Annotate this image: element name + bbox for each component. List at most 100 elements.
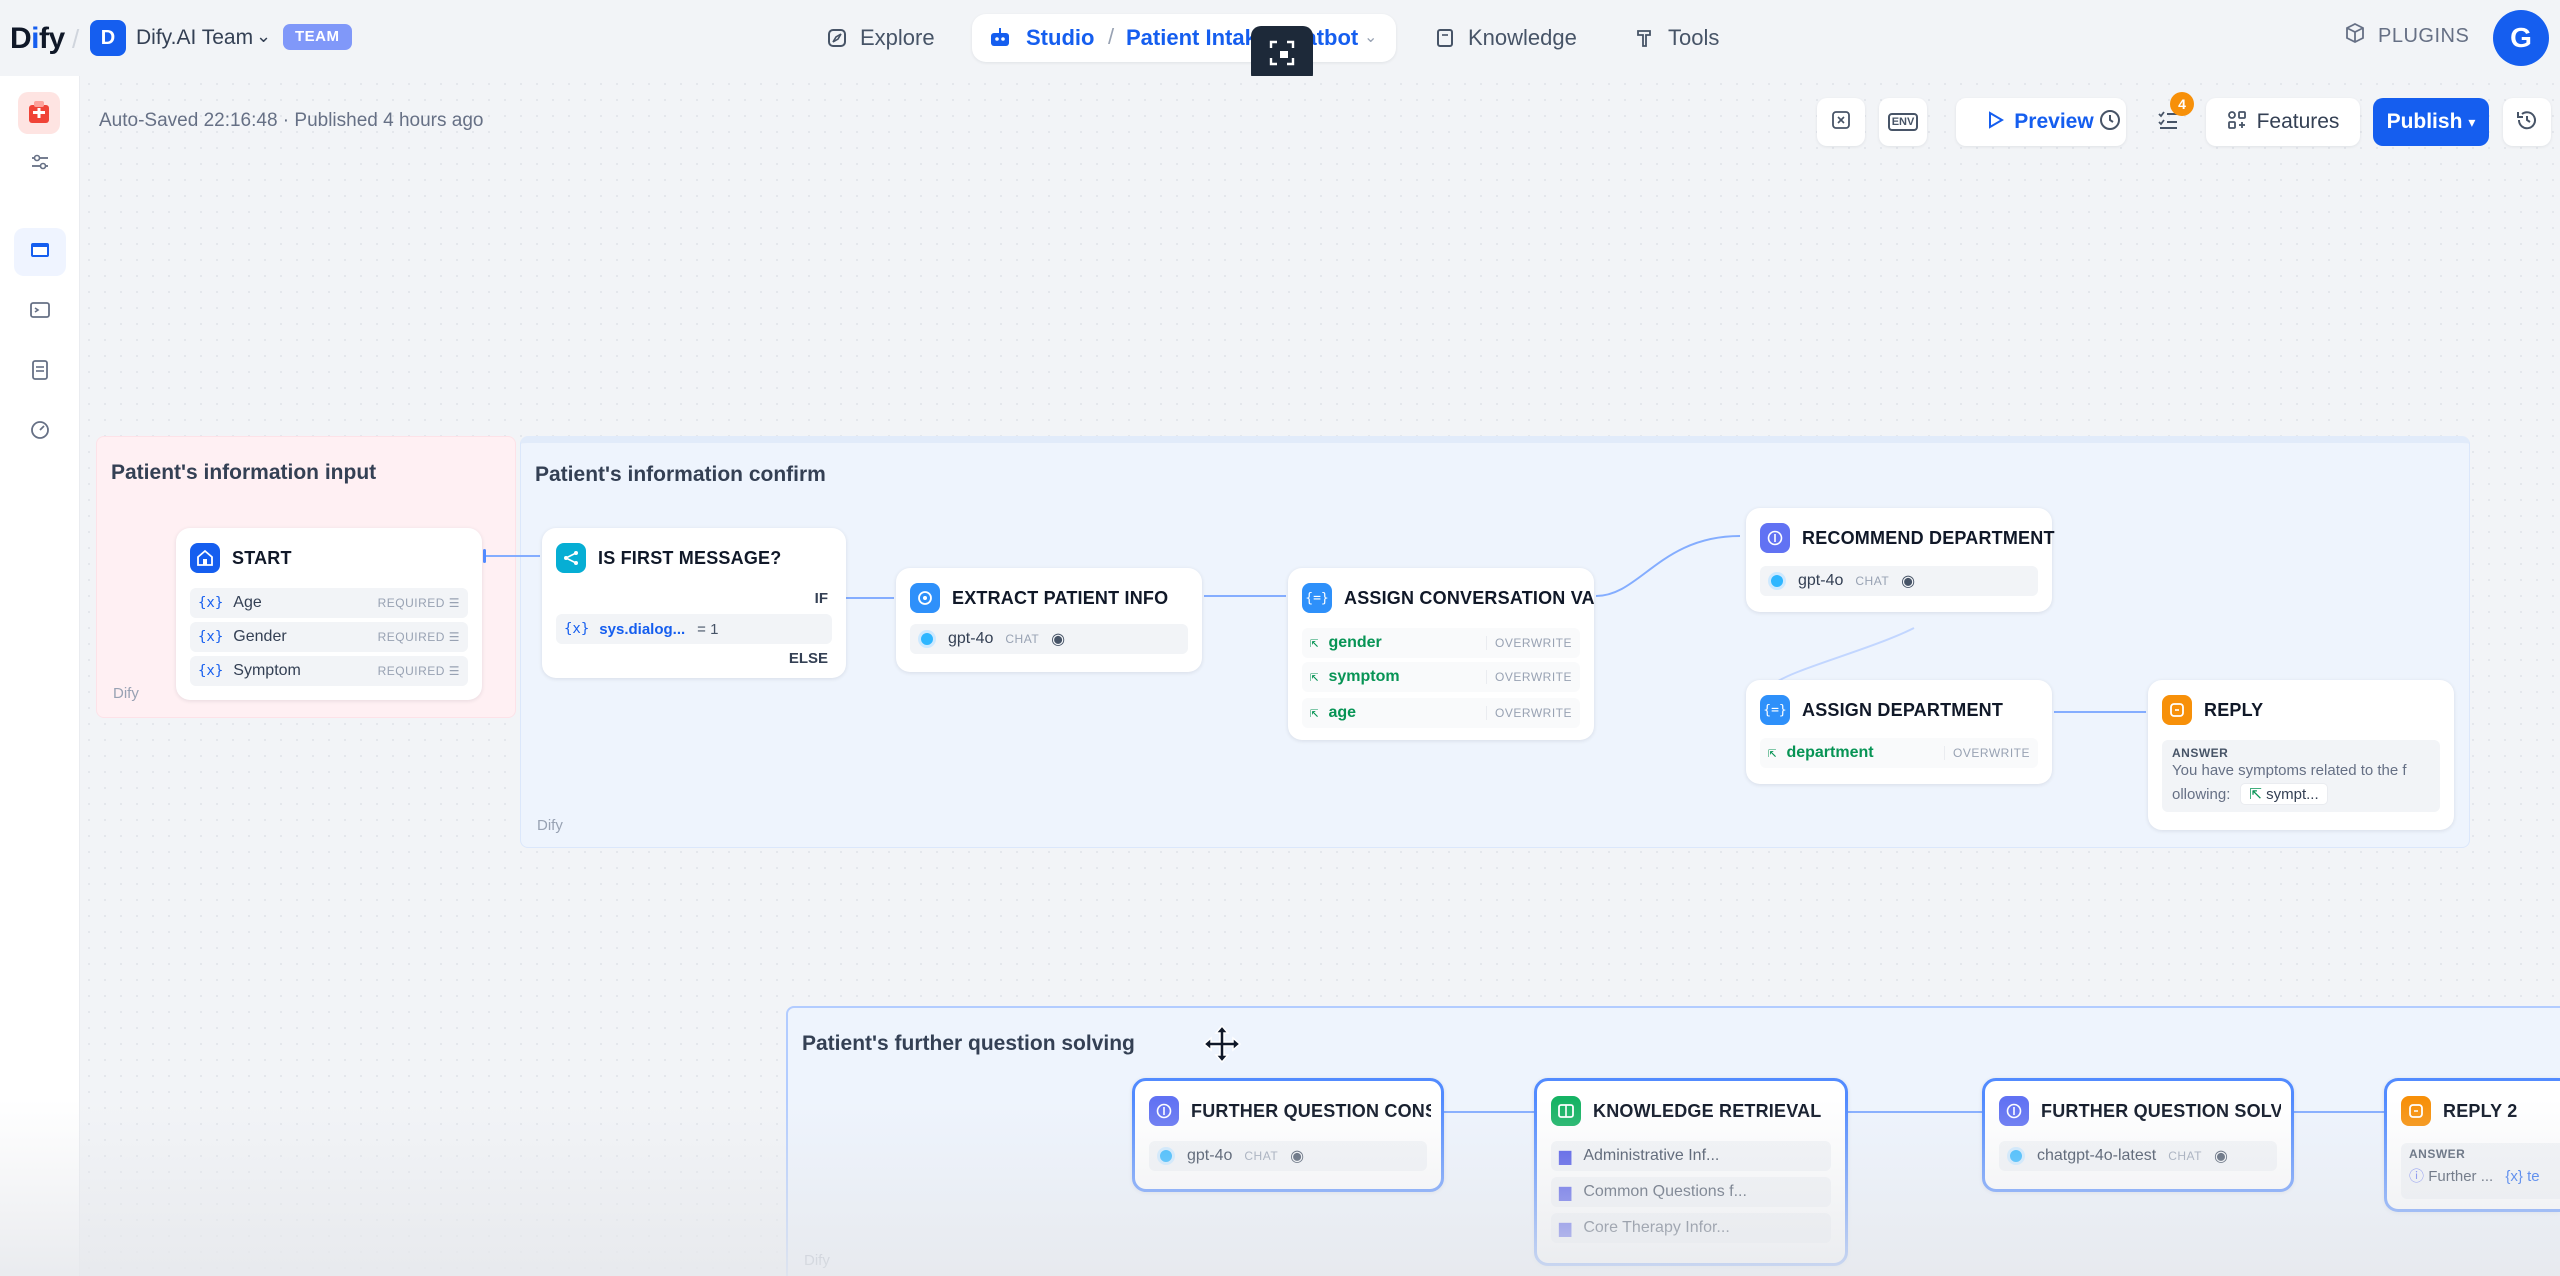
publish-button[interactable]: Publish ▾ [2373, 98, 2489, 146]
node-if-else[interactable]: IS FIRST MESSAGE? IF {x} sys.dialog... =… [542, 528, 846, 678]
condition-row[interactable]: {x} sys.dialog... = 1 [556, 614, 832, 644]
node-reply[interactable]: REPLY ANSWER You have symptoms related t… [2148, 680, 2454, 830]
assign-var-row[interactable]: ⇱ department OVERWRITE [1760, 738, 2038, 768]
eye-icon: ◉ [1290, 1148, 1305, 1165]
model-mode: CHAT [1005, 632, 1040, 646]
nav-knowledge[interactable]: Knowledge [1434, 22, 1577, 54]
model-name: chatgpt-4o-latest [2037, 1147, 2157, 1164]
terminal-icon [29, 299, 51, 326]
eye-icon: ◉ [2213, 1148, 2228, 1165]
required-tag: REQUIRED ☰ [377, 664, 460, 678]
book-icon [1434, 27, 1456, 49]
node-further-question-consult[interactable]: FURTHER QUESTION CONSU gpt-4o CHAT ◉ [1132, 1078, 1444, 1192]
node-further-question-solving[interactable]: FURTHER QUESTION SOLVIN chatgpt-4o-lates… [1982, 1078, 2294, 1192]
nav-knowledge-label: Knowledge [1468, 25, 1577, 50]
answer-label: ANSWER [2172, 746, 2229, 760]
workspace-avatar[interactable]: D [90, 20, 126, 56]
extractor-icon [910, 583, 940, 613]
hammer-icon [1634, 27, 1656, 49]
start-var-row[interactable]: {x} Gender REQUIRED ☰ [190, 622, 468, 652]
top-bar: Dify / D Dify.AI Team ⌄ TEAM Explore Stu… [0, 0, 2560, 84]
variable-inspect-button[interactable] [1817, 98, 1865, 146]
node-reply-2[interactable]: REPLY 2 ANSWER ⓘ Further ... {x} te [2384, 1078, 2560, 1212]
node-knowledge-retrieval[interactable]: KNOWLEDGE RETRIEVAL ▆ Administrative Inf… [1534, 1078, 1848, 1266]
variable-icon: {x} [198, 663, 224, 679]
required-tag: REQUIRED ☰ [377, 596, 460, 610]
condition-var: sys.dialog... [599, 620, 686, 638]
robot-icon [988, 26, 1012, 50]
sidebar-item-orchestrate[interactable] [14, 228, 66, 276]
sidebar-collapse-toggle[interactable] [14, 140, 66, 188]
condition-op: = 1 [697, 620, 719, 638]
sidebar-item-monitoring[interactable] [14, 408, 66, 456]
node-title: START [232, 547, 292, 568]
features-label: Features [2256, 110, 2340, 133]
nav-tools[interactable]: Tools [1634, 22, 1719, 54]
dataset-name: Administrative Inf... [1583, 1147, 1720, 1164]
env-button[interactable]: ENV [1879, 98, 1927, 146]
breadcrumb-separator: / [72, 24, 80, 54]
model-row[interactable]: gpt-4o CHAT ◉ [910, 624, 1188, 654]
window-icon [29, 239, 51, 266]
chevron-down-icon[interactable]: ⌄ [1364, 27, 1377, 47]
assigner-icon: {=} [1760, 695, 1790, 725]
history-icon [2515, 108, 2539, 137]
assign-var-row[interactable]: ⇱ gender OVERWRITE [1302, 628, 1580, 658]
node-title: EXTRACT PATIENT INFO [952, 587, 1169, 608]
answer-text-part: ollowing: [2172, 785, 2231, 803]
group-footer: Dify [537, 817, 563, 834]
left-sidebar [0, 76, 80, 1276]
answer-icon [2162, 695, 2192, 725]
node-extract-patient-info[interactable]: EXTRACT PATIENT INFO gpt-4o CHAT ◉ [896, 568, 1202, 672]
nav-studio[interactable]: Studio / Patient Intake Chatbot ⌄ [972, 14, 1396, 62]
variable-chip: ⇱ sympt... [2240, 783, 2328, 805]
cube-icon [2344, 22, 2366, 50]
sidebar-item-api-access[interactable] [14, 288, 66, 336]
app-name[interactable]: Patient Intake Chatbot [1126, 25, 1358, 51]
grid-icon [2227, 110, 2247, 135]
answer-variables: ⓘ Further ... {x} te [2409, 1168, 2540, 1185]
user-avatar[interactable]: G [2493, 10, 2549, 66]
dataset-row[interactable]: ▆ Administrative Inf... [1551, 1141, 1831, 1171]
version-history-button[interactable] [2503, 98, 2551, 146]
model-row[interactable]: gpt-4o CHAT ◉ [1760, 566, 2038, 596]
sidebar-item-logs[interactable] [14, 348, 66, 396]
run-history-button[interactable] [2100, 98, 2120, 146]
assign-var-row[interactable]: ⇱ symptom OVERWRITE [1302, 662, 1580, 692]
group-title: Patient's information input [111, 461, 377, 484]
start-var-row[interactable]: {x} Age REQUIRED ☰ [190, 588, 468, 618]
app-icon[interactable] [18, 92, 60, 134]
breadcrumb-separator: / [1108, 24, 1115, 49]
openai-icon [1768, 572, 1786, 590]
plugins-button[interactable]: PLUGINS [2344, 22, 2469, 50]
node-assign-department[interactable]: {=} ASSIGN DEPARTMENT ⇱ department OVERW… [1746, 680, 2052, 784]
nav-explore[interactable]: Explore [826, 22, 935, 54]
node-title: FURTHER QUESTION CONSU [1191, 1100, 1431, 1121]
start-var-row[interactable]: {x} Symptom REQUIRED ☰ [190, 656, 468, 686]
conversation-var-icon: ⇱ [1768, 745, 1777, 761]
node-output-handle[interactable] [483, 549, 486, 563]
model-row[interactable]: gpt-4o CHAT ◉ [1149, 1141, 1427, 1171]
node-recommend-department[interactable]: RECOMMEND DEPARTMENT gpt-4o CHAT ◉ [1746, 508, 2054, 612]
sliders-icon [29, 151, 51, 178]
folder-icon: ▆ [1559, 1220, 1572, 1237]
model-name: gpt-4o [1798, 572, 1844, 589]
features-button[interactable]: Features [2206, 98, 2360, 146]
dataset-name: Common Questions f... [1583, 1183, 1747, 1200]
model-mode: CHAT [1855, 574, 1890, 588]
move-cursor-icon [1202, 1024, 1242, 1069]
answer-icon [2401, 1096, 2431, 1126]
workspace-name[interactable]: Dify.AI Team [136, 26, 253, 50]
answer-preview[interactable]: ANSWER ⓘ Further ... {x} te [2401, 1143, 2560, 1199]
answer-preview[interactable]: ANSWER You have symptoms related to the … [2162, 740, 2440, 812]
node-assign-conversation[interactable]: {=} ASSIGN CONVERSATION VA ⇱ gender OVER… [1288, 568, 1595, 740]
assign-var-row[interactable]: ⇱ age OVERWRITE [1302, 698, 1580, 728]
dify-logo[interactable]: Dify [10, 22, 65, 56]
chevron-down-icon[interactable]: ⌄ [256, 26, 271, 47]
llm-icon [1999, 1096, 2029, 1126]
model-row[interactable]: chatgpt-4o-latest CHAT ◉ [1999, 1141, 2277, 1171]
dataset-row[interactable]: ▆ Core Therapy Infor... [1551, 1213, 1831, 1243]
knowledge-icon [1551, 1096, 1581, 1126]
dataset-row[interactable]: ▆ Common Questions f... [1551, 1177, 1831, 1207]
node-start[interactable]: START {x} Age REQUIRED ☰ {x} Gender REQU… [176, 528, 482, 700]
